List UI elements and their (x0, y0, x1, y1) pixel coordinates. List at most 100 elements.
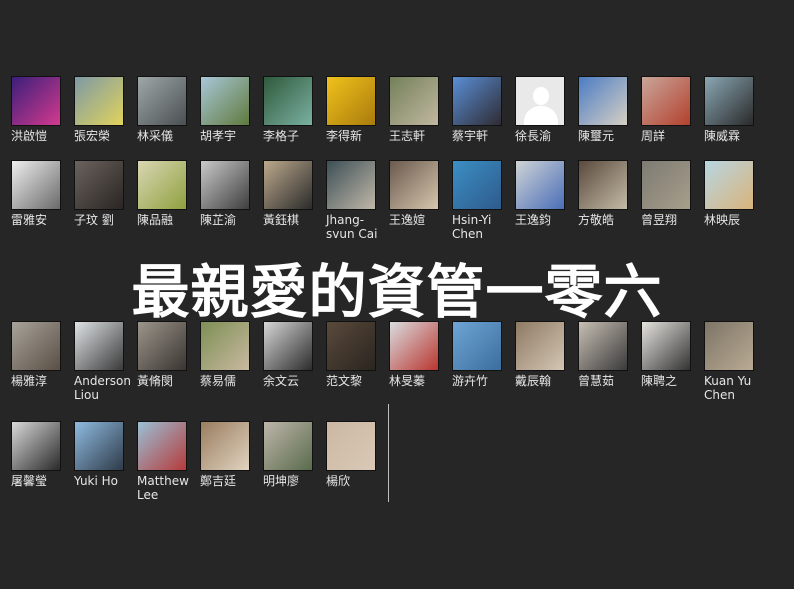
member-name[interactable]: 張宏榮 (74, 129, 136, 143)
member-photo[interactable] (389, 160, 439, 210)
member-name[interactable]: 徐長渝 (515, 129, 577, 143)
member-photo[interactable] (452, 76, 502, 126)
member-card[interactable]: 范文黎 (326, 321, 386, 388)
member-card[interactable]: 蔡易儒 (200, 321, 260, 388)
member-name[interactable]: 范文黎 (326, 374, 388, 388)
member-name[interactable]: 陳芷渝 (200, 213, 262, 227)
member-card[interactable]: 陳品融 (137, 160, 197, 227)
member-photo[interactable] (578, 160, 628, 210)
member-photo[interactable] (641, 76, 691, 126)
member-photo[interactable] (137, 421, 187, 471)
member-card[interactable]: 黃脩閔 (137, 321, 197, 388)
member-name[interactable]: 曾昱翔 (641, 213, 703, 227)
member-name[interactable]: Jhang-svun Cai (326, 213, 388, 241)
member-card[interactable]: 林映辰 (704, 160, 764, 227)
member-card[interactable]: 林旻蓁 (389, 321, 449, 388)
member-name[interactable]: 李格子 (263, 129, 325, 143)
member-name[interactable]: 明坤廖 (263, 474, 325, 488)
member-name[interactable]: 蔡易儒 (200, 374, 262, 388)
member-card[interactable]: 戴辰翰 (515, 321, 575, 388)
member-name[interactable]: 方敬皓 (578, 213, 640, 227)
member-name[interactable]: 林采儀 (137, 129, 199, 143)
member-name[interactable]: 陳威霖 (704, 129, 766, 143)
member-name[interactable]: 黃鈺棋 (263, 213, 325, 227)
member-card[interactable]: 蔡宇軒 (452, 76, 512, 143)
member-name[interactable]: Kuan Yu Chen (704, 374, 766, 402)
member-photo[interactable] (200, 76, 250, 126)
member-card[interactable]: Kuan Yu Chen (704, 321, 764, 402)
member-card[interactable]: 王逸鈞 (515, 160, 575, 227)
member-card[interactable]: Hsin-Yi Chen (452, 160, 512, 241)
member-card[interactable]: 胡孝宇 (200, 76, 260, 143)
member-name[interactable]: 子玟 劉 (74, 213, 136, 227)
member-name[interactable]: 林旻蓁 (389, 374, 451, 388)
member-card[interactable]: 洪啟愷 (11, 76, 71, 143)
member-photo[interactable] (515, 160, 565, 210)
member-photo[interactable] (326, 160, 376, 210)
member-card[interactable]: Anderson Liou (74, 321, 134, 402)
member-name[interactable]: 黃脩閔 (137, 374, 199, 388)
member-photo[interactable] (11, 160, 61, 210)
member-card[interactable]: 余文云 (263, 321, 323, 388)
member-card[interactable]: 張宏榮 (74, 76, 134, 143)
member-card[interactable]: 鄭吉廷 (200, 421, 260, 488)
member-name[interactable]: 林映辰 (704, 213, 766, 227)
member-photo[interactable] (263, 160, 313, 210)
member-card[interactable]: 楊欣 (326, 421, 386, 488)
member-card[interactable]: 王志軒 (389, 76, 449, 143)
member-card[interactable]: Matthew Lee (137, 421, 197, 502)
member-name[interactable]: 余文云 (263, 374, 325, 388)
member-name[interactable]: 楊欣 (326, 474, 388, 488)
member-name[interactable]: 周詳 (641, 129, 703, 143)
member-card[interactable]: 李格子 (263, 76, 323, 143)
member-photo[interactable] (578, 76, 628, 126)
member-card[interactable]: 周詳 (641, 76, 701, 143)
member-card[interactable]: 游卉竹 (452, 321, 512, 388)
member-name[interactable]: 楊雅淳 (11, 374, 73, 388)
member-photo[interactable] (74, 160, 124, 210)
member-card[interactable]: 陳璽元 (578, 76, 638, 143)
member-photo[interactable] (137, 76, 187, 126)
member-card[interactable]: 李得新 (326, 76, 386, 143)
member-photo[interactable] (74, 421, 124, 471)
member-card[interactable]: 黃鈺棋 (263, 160, 323, 227)
member-photo[interactable] (263, 76, 313, 126)
member-name[interactable]: 屠馨瑩 (11, 474, 73, 488)
member-photo[interactable] (704, 76, 754, 126)
member-card[interactable]: 楊雅淳 (11, 321, 71, 388)
member-photo[interactable] (704, 160, 754, 210)
member-card[interactable]: 曾慧茹 (578, 321, 638, 388)
member-card[interactable]: 子玟 劉 (74, 160, 134, 227)
member-name[interactable]: 雷雅安 (11, 213, 73, 227)
member-card[interactable]: 王逸媗 (389, 160, 449, 227)
member-card[interactable]: 林采儀 (137, 76, 197, 143)
member-card[interactable]: Jhang-svun Cai (326, 160, 386, 241)
member-card[interactable]: 雷雅安 (11, 160, 71, 227)
member-name[interactable]: 李得新 (326, 129, 388, 143)
member-card[interactable]: 曾昱翔 (641, 160, 701, 227)
member-photo[interactable] (515, 76, 565, 126)
member-name[interactable]: Yuki Ho (74, 474, 136, 488)
member-card[interactable]: 明坤廖 (263, 421, 323, 488)
member-photo[interactable] (200, 160, 250, 210)
member-card[interactable]: 屠馨瑩 (11, 421, 71, 488)
member-photo[interactable] (74, 76, 124, 126)
member-card[interactable]: 徐長渝 (515, 76, 575, 143)
member-name[interactable]: 曾慧茹 (578, 374, 640, 388)
member-name[interactable]: 陳璽元 (578, 129, 640, 143)
member-card[interactable]: 陳聘之 (641, 321, 701, 388)
member-name[interactable]: Matthew Lee (137, 474, 199, 502)
member-card[interactable]: 陳威霖 (704, 76, 764, 143)
member-photo[interactable] (326, 76, 376, 126)
member-card[interactable]: 陳芷渝 (200, 160, 260, 227)
member-name[interactable]: 戴辰翰 (515, 374, 577, 388)
member-photo[interactable] (200, 421, 250, 471)
member-photo[interactable] (641, 160, 691, 210)
member-name[interactable]: 王逸鈞 (515, 213, 577, 227)
member-photo[interactable] (389, 76, 439, 126)
member-name[interactable]: 王志軒 (389, 129, 451, 143)
member-photo[interactable] (452, 160, 502, 210)
member-photo[interactable] (11, 76, 61, 126)
member-card[interactable]: 方敬皓 (578, 160, 638, 227)
member-name[interactable]: 王逸媗 (389, 213, 451, 227)
